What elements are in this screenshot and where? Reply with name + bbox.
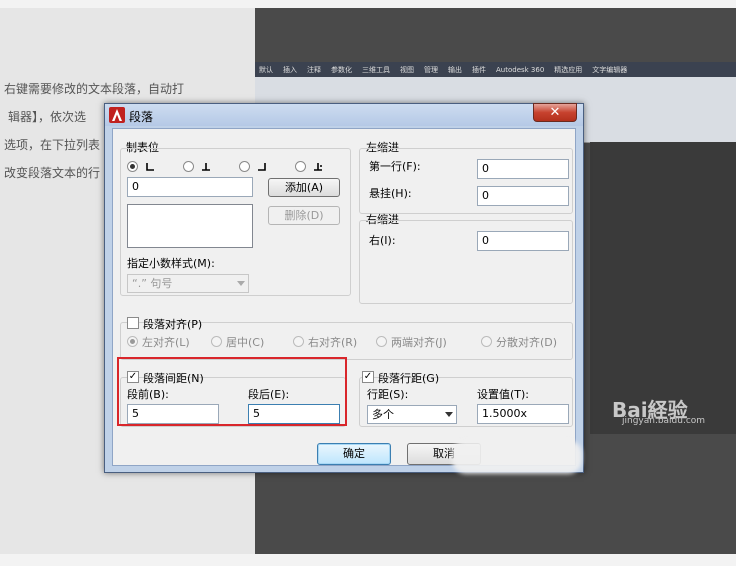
line-spacing-type-value: 多个 xyxy=(372,408,394,421)
ribbon-tab[interactable]: 注释 xyxy=(307,65,321,75)
dialog-titlebar[interactable]: 段落 ✕ xyxy=(105,103,583,126)
hanging-label: 悬挂(H): xyxy=(369,187,412,200)
alignment-checkbox[interactable] xyxy=(127,317,139,329)
align-distribute-label: 分散对齐(D) xyxy=(496,336,558,349)
ribbon-tab[interactable]: 输出 xyxy=(448,65,462,75)
align-justify-radio[interactable] xyxy=(376,336,387,347)
chevron-down-icon xyxy=(445,412,453,417)
tab-center-radio[interactable] xyxy=(183,161,194,172)
first-line-input[interactable]: 0 xyxy=(477,159,569,179)
align-justify-label: 两端对齐(J) xyxy=(391,336,447,349)
hanging-input[interactable]: 0 xyxy=(477,186,569,206)
right-tab-icon xyxy=(258,163,266,171)
align-right-radio[interactable] xyxy=(293,336,304,347)
ribbon-tab[interactable]: Autodesk 360 xyxy=(496,66,544,74)
ribbon-tab[interactable]: 文字编辑器 xyxy=(592,65,627,75)
align-distribute-radio[interactable] xyxy=(481,336,492,347)
autocad-app-icon xyxy=(109,107,125,123)
tab-position-input[interactable]: 0 xyxy=(127,177,253,197)
align-right-label: 右对齐(R) xyxy=(308,336,358,349)
line-spacing-checkbox[interactable]: ✓ xyxy=(362,371,374,383)
highlight-box xyxy=(117,357,347,426)
article-line: 选项，在下拉列表 xyxy=(4,138,101,152)
ribbon-tab[interactable]: 默认 xyxy=(259,65,273,75)
ribbon-tab[interactable]: 视图 xyxy=(400,65,414,75)
ribbon-tabs: 默认 插入 注释 参数化 三维工具 视图 管理 输出 插件 Autodesk 360 精选应用 文字编… xyxy=(255,62,736,77)
center-tab-icon xyxy=(202,163,210,171)
chevron-down-icon xyxy=(237,281,245,286)
article-line: 改变段落文本的行 xyxy=(4,166,101,180)
dialog-title: 段落 xyxy=(129,110,154,124)
align-center-label: 居中(C) xyxy=(226,336,265,349)
line-spacing-type-label: 行距(S): xyxy=(367,388,409,401)
page-bottom xyxy=(0,554,736,566)
line-spacing-value-label: 设置值(T): xyxy=(477,388,530,401)
tab-right-radio[interactable] xyxy=(239,161,250,172)
ribbon-tab[interactable]: 精选应用 xyxy=(554,65,582,75)
blur-overlay xyxy=(452,440,582,474)
decimal-style-value: “.” 句号 xyxy=(132,277,173,290)
line-spacing-type-select[interactable]: 多个 xyxy=(367,405,457,424)
article-line: 右键需要修改的文本段落，自动打 xyxy=(4,82,185,96)
article-line: 辑器】，依次选 xyxy=(8,110,87,124)
decimal-style-label: 指定小数样式(M): xyxy=(127,257,215,270)
ribbon-tab[interactable]: 三维工具 xyxy=(362,65,390,75)
ribbon-tab[interactable]: 插入 xyxy=(283,65,297,75)
ok-button[interactable]: 确定 xyxy=(317,443,391,465)
align-left-radio[interactable] xyxy=(127,336,138,347)
add-tab-button[interactable]: 添加(A) xyxy=(268,178,340,197)
decimal-style-select[interactable]: “.” 句号 xyxy=(127,274,249,293)
first-line-label: 第一行(F): xyxy=(369,160,421,173)
delete-tab-button[interactable]: 删除(D) xyxy=(268,206,340,225)
tab-decimal-radio[interactable] xyxy=(295,161,306,172)
alignment-label: 段落对齐(P) xyxy=(143,318,203,331)
ribbon-tab[interactable]: 参数化 xyxy=(331,65,352,75)
watermark-sub: jingyan.baidu.com xyxy=(622,416,706,426)
drawing-canvas xyxy=(590,142,736,434)
line-spacing-value-input[interactable]: 1.5000x xyxy=(477,404,569,424)
ribbon-tab[interactable]: 插件 xyxy=(472,65,486,75)
right-label: 右(I): xyxy=(369,234,396,247)
decimal-tab-icon xyxy=(314,163,322,171)
align-left-label: 左对齐(L) xyxy=(142,336,190,349)
left-tab-icon xyxy=(146,163,154,171)
tab-left-radio[interactable] xyxy=(127,161,138,172)
line-spacing-label: 段落行距(G) xyxy=(378,372,440,385)
close-button[interactable]: ✕ xyxy=(533,103,577,122)
right-indent-input[interactable]: 0 xyxy=(477,231,569,251)
tab-stops-list[interactable] xyxy=(127,204,253,248)
align-center-radio[interactable] xyxy=(211,336,222,347)
ribbon-tab[interactable]: 管理 xyxy=(424,65,438,75)
